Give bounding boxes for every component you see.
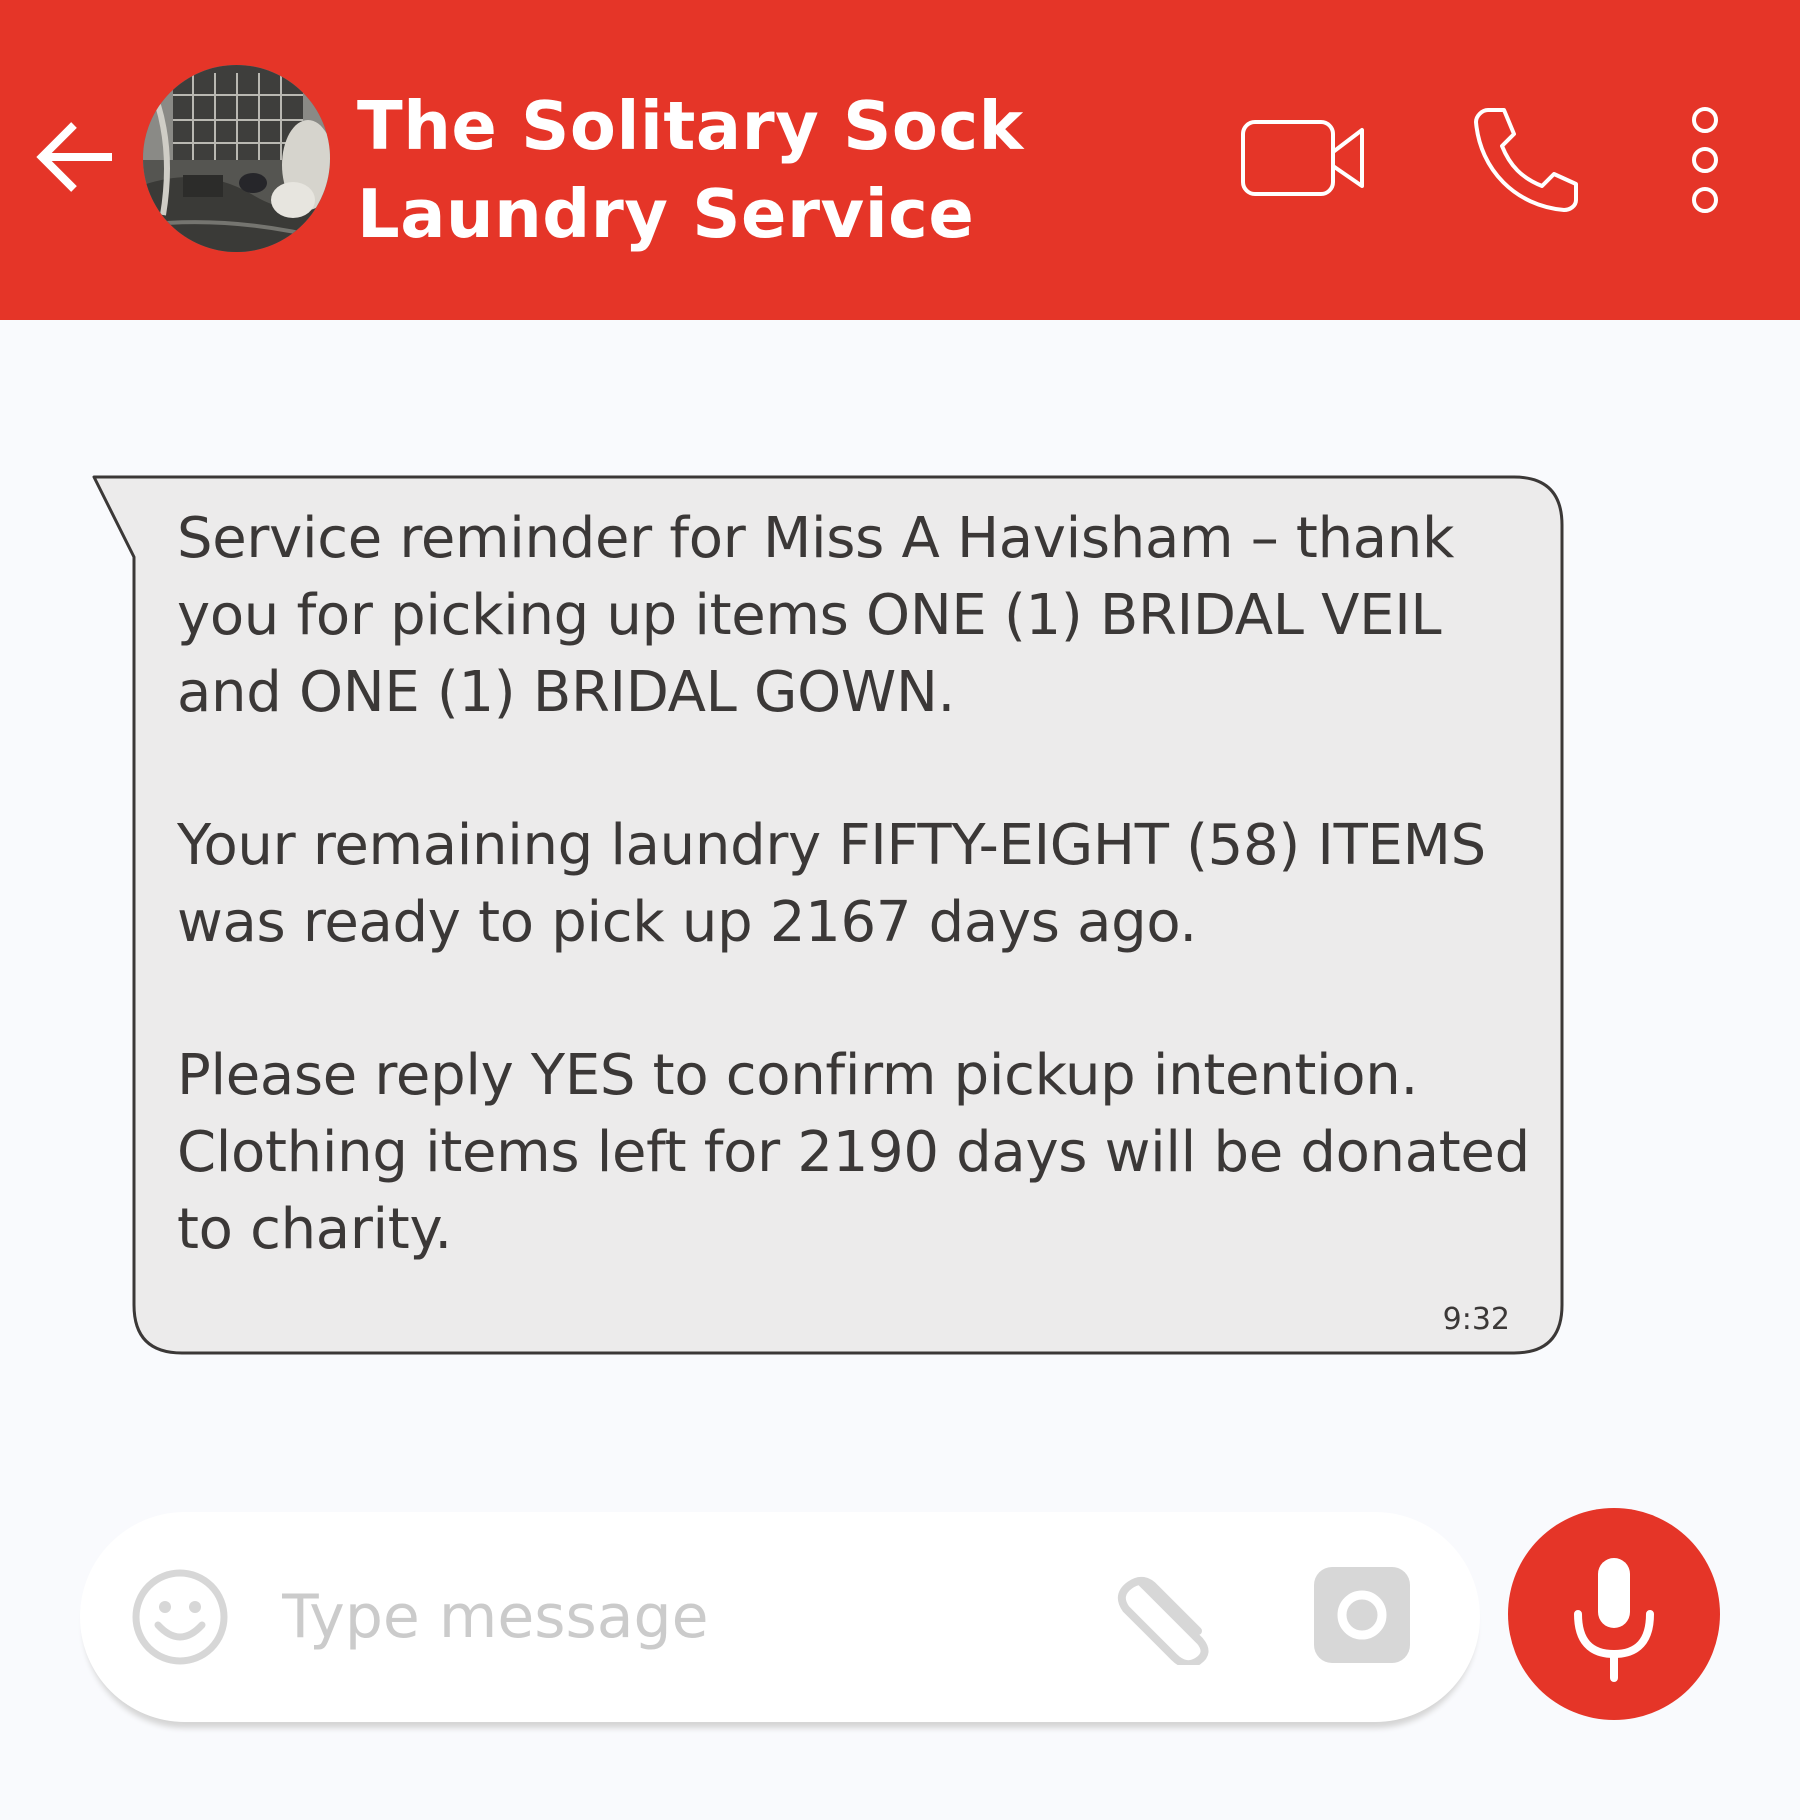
smiley-icon[interactable]: [130, 1567, 230, 1667]
avatar[interactable]: [143, 65, 330, 252]
more-vertical-icon[interactable]: [1680, 104, 1730, 216]
chat-title-line-2: Laundry Service: [357, 175, 975, 253]
microphone-button[interactable]: [1508, 1508, 1720, 1720]
chat-title-line-1: The Solitary Sock: [357, 87, 1024, 165]
message-input[interactable]: [282, 1572, 1082, 1662]
chat-title: The Solitary Sock Laundry Service: [357, 82, 1024, 258]
message-text: Service reminder for Miss A Havisham – t…: [177, 500, 1537, 1268]
camera-icon[interactable]: [1312, 1565, 1412, 1665]
avatar-image: [143, 65, 330, 252]
video-camera-icon[interactable]: [1240, 110, 1368, 208]
phone-icon[interactable]: [1470, 104, 1582, 216]
message-paragraph-3: Please reply YES to confirm pickup inten…: [177, 1043, 1530, 1262]
chat-header: The Solitary Sock Laundry Service: [0, 0, 1800, 320]
message-paragraph-1: Service reminder for Miss A Havisham – t…: [177, 506, 1455, 725]
back-arrow-icon[interactable]: [28, 110, 122, 204]
paperclip-icon[interactable]: [1112, 1565, 1217, 1665]
message-timestamp: 9:32: [1442, 1302, 1510, 1337]
microphone-icon: [1574, 1558, 1654, 1682]
message-paragraph-2: Your remaining laundry FIFTY-EIGHT (58) …: [177, 813, 1486, 955]
